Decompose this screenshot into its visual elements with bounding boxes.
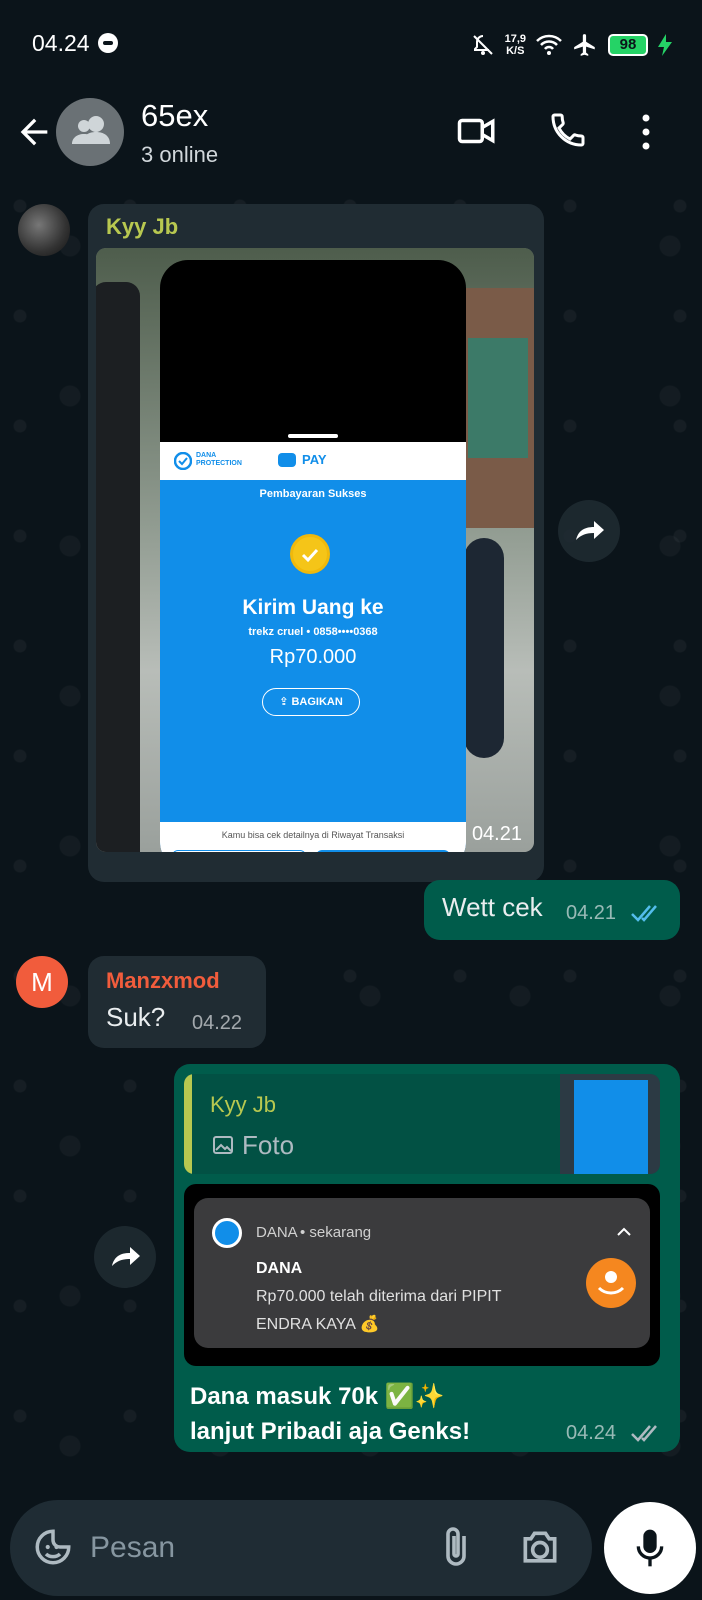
share-label: BAGIKAN	[291, 696, 343, 708]
read-ticks-icon	[631, 905, 657, 922]
forward-button[interactable]	[558, 500, 620, 562]
network-speed-unit: K/S	[506, 45, 525, 57]
status-time: 04.24	[32, 30, 90, 56]
quoted-message[interactable]: Kyy Jb Foto	[184, 1074, 660, 1174]
message-time: 04.21	[566, 902, 617, 924]
network-speed-value: 17,9	[504, 33, 526, 45]
photo-second-phone	[96, 282, 140, 852]
dana-receipt-header: DANA PROTECTION PAY	[160, 442, 466, 480]
thumbnail-receipt	[574, 1080, 648, 1174]
notification-app-name: DANA	[256, 1224, 298, 1241]
group-icon	[72, 116, 110, 144]
chat-title[interactable]: 65ex	[141, 98, 208, 134]
receipt-recipient: trekz cruel • 0858••••0368	[248, 626, 378, 638]
share-icon: ⇪	[279, 696, 292, 708]
message-sender: Kyy Jb	[106, 214, 179, 239]
back-arrow-icon[interactable]	[14, 112, 54, 152]
message-bubble-photo[interactable]: Kyy Jb DANA PROTECTION PAY Pembayaran Su…	[88, 204, 544, 882]
sticker-icon[interactable]	[32, 1526, 74, 1568]
sender-avatar-letter[interactable]: M	[16, 956, 68, 1008]
voice-record-button[interactable]	[604, 1502, 696, 1594]
delivered-ticks-icon	[631, 1425, 657, 1442]
chevron-up-icon	[617, 1227, 631, 1236]
message-text-line1: Dana masuk 70k ✅✨	[190, 1383, 445, 1410]
notification-avatar-icon	[586, 1258, 636, 1308]
receipt-status: Pembayaran Sukses	[259, 488, 367, 500]
receipt-secondary-button	[172, 850, 306, 852]
photo-phone-screen: DANA PROTECTION PAY Pembayaran Sukses Ki…	[160, 260, 466, 852]
sender-avatar[interactable]	[18, 204, 70, 256]
photo-motorbike	[464, 538, 504, 758]
receive-money-icon	[597, 1271, 625, 1295]
dana-app-icon	[212, 1218, 242, 1248]
notification-time: • sekarang	[300, 1224, 372, 1241]
forward-icon	[112, 1247, 140, 1266]
status-bar: 04.24 17,9 K/S 98	[0, 0, 702, 90]
share-button: ⇪ BAGIKAN	[262, 688, 360, 716]
receipt-footer-text: Kamu bisa cek detailnya di Riwayat Trans…	[221, 830, 405, 840]
pay-label: PAY	[302, 452, 327, 467]
status-icons: 17,9 K/S 98	[471, 28, 672, 62]
message-input-bar	[0, 1500, 702, 1600]
chat-area[interactable]: Kyy Jb DANA PROTECTION PAY Pembayaran Su…	[0, 186, 702, 1500]
message-time: 04.24	[566, 1422, 617, 1444]
message-sender: Manzxmod	[106, 968, 220, 993]
message-time: 04.21	[471, 823, 522, 845]
group-avatar[interactable]	[56, 98, 124, 166]
notification-body-line2: ENDRA KAYA 💰	[256, 1316, 380, 1333]
success-coin-icon	[290, 534, 330, 574]
dana-receipt-footer: Kamu bisa cek detailnya di Riwayat Trans…	[160, 822, 466, 852]
microphone-icon	[636, 1529, 664, 1567]
notification-title: DANA	[256, 1260, 303, 1277]
forward-icon	[576, 521, 604, 540]
camera-icon[interactable]	[518, 1526, 562, 1570]
quote-accent-bar	[184, 1074, 192, 1174]
photo-window	[468, 338, 528, 458]
pay-logo-icon	[278, 453, 296, 467]
airplane-mode-icon	[574, 34, 595, 56]
forward-button[interactable]	[94, 1226, 156, 1288]
quoted-text: Foto	[242, 1130, 295, 1160]
receipt-amount: Rp70.000	[269, 646, 357, 668]
quoted-thumbnail	[560, 1074, 660, 1174]
message-bubble-reply[interactable]: Kyy Jb Foto DANA • sekarang DANA Rp70.00…	[174, 1064, 680, 1452]
checkmark-icon	[301, 548, 319, 563]
message-time: 04.22	[192, 1012, 243, 1034]
message-text: Wett cek	[442, 892, 543, 922]
notification-screenshot[interactable]: DANA • sekarang DANA Rp70.000 telah dite…	[184, 1184, 660, 1366]
shield-check-icon	[174, 452, 192, 470]
network-speed: 17,9 K/S	[505, 33, 526, 57]
quoted-sender: Kyy Jb	[210, 1092, 277, 1117]
more-options-icon[interactable]	[636, 110, 656, 154]
receipt-title: Kirim Uang ke	[242, 596, 384, 619]
message-input-container[interactable]	[10, 1500, 592, 1596]
notification-card: DANA • sekarang DANA Rp70.000 telah dite…	[194, 1198, 650, 1348]
charging-icon	[658, 34, 672, 56]
message-text: Suk?	[106, 1002, 166, 1032]
message-input[interactable]	[90, 1524, 390, 1572]
dana-receipt: DANA PROTECTION PAY Pembayaran Sukses Ki…	[160, 442, 466, 852]
battery-indicator: 98	[608, 34, 648, 56]
dana-protection-label: DANA PROTECTION	[196, 452, 242, 467]
chat-header: 65ex 3 online	[0, 90, 702, 186]
wifi-icon	[536, 34, 562, 55]
message-bubble-incoming[interactable]: Manzxmod Suk? 04.22	[88, 956, 266, 1048]
video-call-icon[interactable]	[456, 110, 498, 152]
notification-body-line1: Rp70.000 telah diterima dari PIPIT	[256, 1288, 502, 1305]
message-photo[interactable]: DANA PROTECTION PAY Pembayaran Sukses Ki…	[96, 248, 534, 852]
photo-icon	[213, 1136, 233, 1154]
chat-subtitle: 3 online	[141, 142, 219, 167]
message-bubble-outgoing[interactable]: Wett cek 04.21	[424, 880, 680, 940]
gesture-bar	[288, 434, 338, 438]
attach-icon[interactable]	[436, 1524, 476, 1572]
voice-call-icon[interactable]	[548, 110, 588, 150]
notification-dot-icon	[98, 33, 118, 53]
message-text-line2: lanjut Pribadi aja Genks!	[190, 1418, 471, 1445]
bell-off-icon	[472, 35, 493, 55]
receipt-primary-button	[316, 850, 450, 852]
